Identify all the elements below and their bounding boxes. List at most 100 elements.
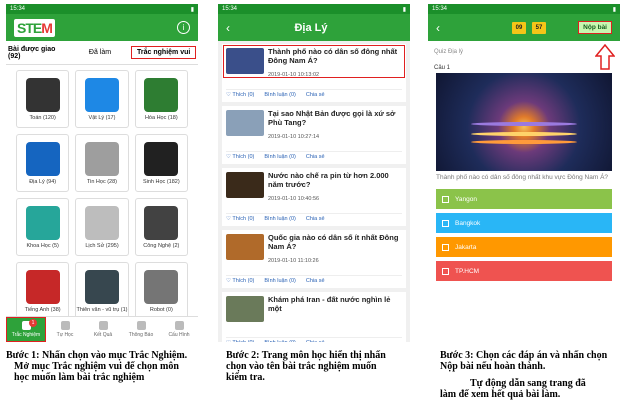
nav-results[interactable]: Kết Quả bbox=[84, 317, 122, 342]
comment-button[interactable]: Bình luận (0) bbox=[264, 92, 296, 98]
subject-label: Vật Lý (17) bbox=[88, 114, 116, 121]
back-arrow-icon[interactable]: ‹ bbox=[436, 21, 440, 35]
status-time: 15:34 bbox=[10, 6, 26, 12]
city-lights bbox=[471, 131, 577, 136]
subject-tile[interactable]: Lịch Sử (295) bbox=[75, 198, 129, 256]
card-actions: ♡ Thích (0) Bình luận (0) Chia sẻ bbox=[226, 89, 402, 100]
quiz-label: Quiz Địa lý bbox=[434, 49, 464, 55]
comment-button[interactable]: Bình luận (0) bbox=[264, 340, 296, 342]
nav-label: Kết Quả bbox=[93, 332, 113, 338]
comment-button[interactable]: Bình luận (0) bbox=[264, 278, 296, 284]
quiz-date: 2019-01-10 10:40:56 bbox=[268, 196, 320, 202]
caption-step-1: Bước 1: Nhấn chọn vào mục Trắc Nghiệm. M… bbox=[6, 350, 187, 383]
nav-notifications[interactable]: Thông Báo bbox=[122, 317, 160, 342]
subject-tile[interactable]: Địa Lý (94) bbox=[16, 134, 70, 192]
answer-option[interactable]: Bangkok bbox=[436, 213, 612, 233]
card-actions: ♡ Thích (0) Bình luận (0) Chia sẻ bbox=[226, 337, 402, 342]
subject-tile[interactable]: Hóa Học (18) bbox=[134, 70, 188, 128]
info-icon[interactable]: i bbox=[177, 21, 190, 34]
caption-line: làm để xem hết quả bài làm. bbox=[440, 389, 561, 400]
subject-tile[interactable]: Công Nghệ (2) bbox=[134, 198, 188, 256]
like-button[interactable]: ♡ Thích (0) bbox=[226, 340, 254, 342]
highlight-box bbox=[223, 45, 405, 78]
quiz-card[interactable]: Tại sao Nhật Bản được gọi là xứ sở Phù T… bbox=[222, 106, 406, 164]
quiz-date: 2019-01-10 10:27:14 bbox=[268, 134, 320, 140]
quiz-title[interactable]: Khám phá Iran - đất nước nghìn lẻ một bbox=[268, 295, 402, 313]
share-button[interactable]: Chia sẻ bbox=[306, 92, 325, 98]
comment-button[interactable]: Bình luận (0) bbox=[264, 216, 296, 222]
subject-label: Robot (0) bbox=[149, 306, 173, 313]
like-button[interactable]: ♡ Thích (0) bbox=[226, 216, 254, 222]
subject-image bbox=[25, 141, 60, 176]
share-button[interactable]: Chia sẻ bbox=[306, 278, 325, 284]
status-time: 15:34 bbox=[432, 6, 448, 12]
like-button[interactable]: ♡ Thích (0) bbox=[226, 278, 254, 284]
quiz-card[interactable]: Thành phố nào có dân số đông nhất Đông N… bbox=[222, 44, 406, 102]
subject-tile[interactable]: Tiếng Anh (38) bbox=[16, 262, 70, 320]
phone-screen-3: 15:34 ▮ ‹ 09 57 Nộp bài Quiz Địa lý Câu 1… bbox=[428, 4, 620, 342]
app-header: STEM i bbox=[6, 14, 198, 41]
timer-minutes: 09 bbox=[512, 21, 526, 34]
app-logo: STEM bbox=[14, 18, 55, 37]
subject-tile[interactable]: Robot (0) bbox=[134, 262, 188, 320]
page-title: Địa Lý bbox=[294, 21, 328, 34]
nav-self-study[interactable]: Tự Học bbox=[46, 317, 84, 342]
subject-label: Công Nghệ (2) bbox=[143, 242, 180, 249]
subject-image bbox=[144, 269, 179, 304]
share-button[interactable]: Chia sẻ bbox=[306, 216, 325, 222]
subject-tile[interactable]: Thiên văn - vũ trụ (1) bbox=[75, 262, 129, 320]
answer-option[interactable]: Yangon bbox=[436, 189, 612, 209]
answer-option[interactable]: TP.HCM bbox=[436, 261, 612, 281]
subject-label: Tiếng Anh (38) bbox=[24, 306, 61, 313]
up-arrow-icon bbox=[595, 44, 615, 70]
tab-assigned[interactable]: Bài được giao (92) bbox=[6, 44, 69, 62]
option-label: Bangkok bbox=[455, 219, 481, 227]
nav-settings[interactable]: Cấu Hình bbox=[160, 317, 198, 342]
submit-button[interactable]: Nộp bài bbox=[578, 21, 612, 34]
like-button[interactable]: ♡ Thích (0) bbox=[226, 92, 254, 98]
subject-tile[interactable]: Khoa Học (5) bbox=[16, 198, 70, 256]
nav-quiz[interactable]: Trắc Nghiệm 1 bbox=[6, 317, 46, 342]
bottom-nav: Trắc Nghiệm 1 Tự Học Kết Quả Thông Báo Cấ… bbox=[6, 316, 198, 342]
option-label: TP.HCM bbox=[455, 267, 480, 275]
quiz-card[interactable]: Khám phá Iran - đất nước nghìn lẻ một ♡ T… bbox=[222, 292, 406, 342]
nav-label: Trắc Nghiệm bbox=[11, 332, 41, 338]
subject-tile[interactable]: Sinh Học (182) bbox=[134, 134, 188, 192]
subject-image bbox=[25, 269, 60, 304]
subject-image bbox=[84, 141, 119, 176]
card-actions: ♡ Thích (0) Bình luận (0) Chia sẻ bbox=[226, 275, 402, 286]
timer-seconds: 57 bbox=[532, 21, 546, 34]
share-button[interactable]: Chia sẻ bbox=[306, 154, 325, 160]
quiz-card[interactable]: Quốc gia nào có dân số ít nhất Đông Nam … bbox=[222, 230, 406, 288]
nav-label: Thông Báo bbox=[128, 332, 154, 338]
comment-button[interactable]: Bình luận (0) bbox=[264, 154, 296, 160]
status-bar: 15:34 ▮ bbox=[6, 4, 198, 14]
subject-image bbox=[84, 205, 119, 240]
checkbox-icon bbox=[442, 195, 449, 203]
question-image bbox=[436, 73, 612, 171]
card-actions: ♡ Thích (0) Bình luận (0) Chia sẻ bbox=[226, 151, 402, 162]
subject-label: Tin Học (28) bbox=[86, 178, 118, 185]
bell-icon bbox=[136, 321, 146, 330]
subject-tile[interactable]: Vật Lý (17) bbox=[75, 70, 129, 128]
battery-icon: ▮ bbox=[190, 6, 194, 13]
like-button[interactable]: ♡ Thích (0) bbox=[226, 154, 254, 160]
caption-line: kiểm tra. bbox=[226, 372, 265, 383]
tab-fun-quiz[interactable]: Trắc nghiệm vui bbox=[131, 46, 197, 59]
answer-option[interactable]: Jakarta bbox=[436, 237, 612, 257]
quiz-title[interactable]: Tại sao Nhật Bản được gọi là xứ sở Phù T… bbox=[268, 109, 402, 127]
option-label: Jakarta bbox=[455, 243, 477, 251]
caption-step-3: Bước 3: Chọn các đáp án và nhấn chọn Nộp… bbox=[440, 350, 607, 400]
quiz-card[interactable]: Nước nào chế ra pin từ hơn 2.000 năm trư… bbox=[222, 168, 406, 226]
answer-options: Yangon Bangkok Jakarta TP.HCM bbox=[428, 189, 620, 281]
app-header: ‹ Địa Lý bbox=[218, 14, 410, 41]
subject-tile[interactable]: Tin Học (28) bbox=[75, 134, 129, 192]
tab-done[interactable]: Đã làm bbox=[69, 47, 132, 58]
subject-label: Toán (120) bbox=[29, 114, 56, 121]
quiz-title[interactable]: Quốc gia nào có dân số ít nhất Đông Nam … bbox=[268, 233, 402, 251]
quiz-list: Thành phố nào có dân số đông nhất Đông N… bbox=[218, 44, 410, 342]
subject-tile[interactable]: Toán (120) bbox=[16, 70, 70, 128]
subject-grid: Toán (120) Vật Lý (17) Hóa Học (18) Địa Lý … bbox=[6, 65, 198, 325]
quiz-title[interactable]: Nước nào chế ra pin từ hơn 2.000 năm trư… bbox=[268, 171, 402, 189]
share-button[interactable]: Chia sẻ bbox=[306, 340, 325, 342]
